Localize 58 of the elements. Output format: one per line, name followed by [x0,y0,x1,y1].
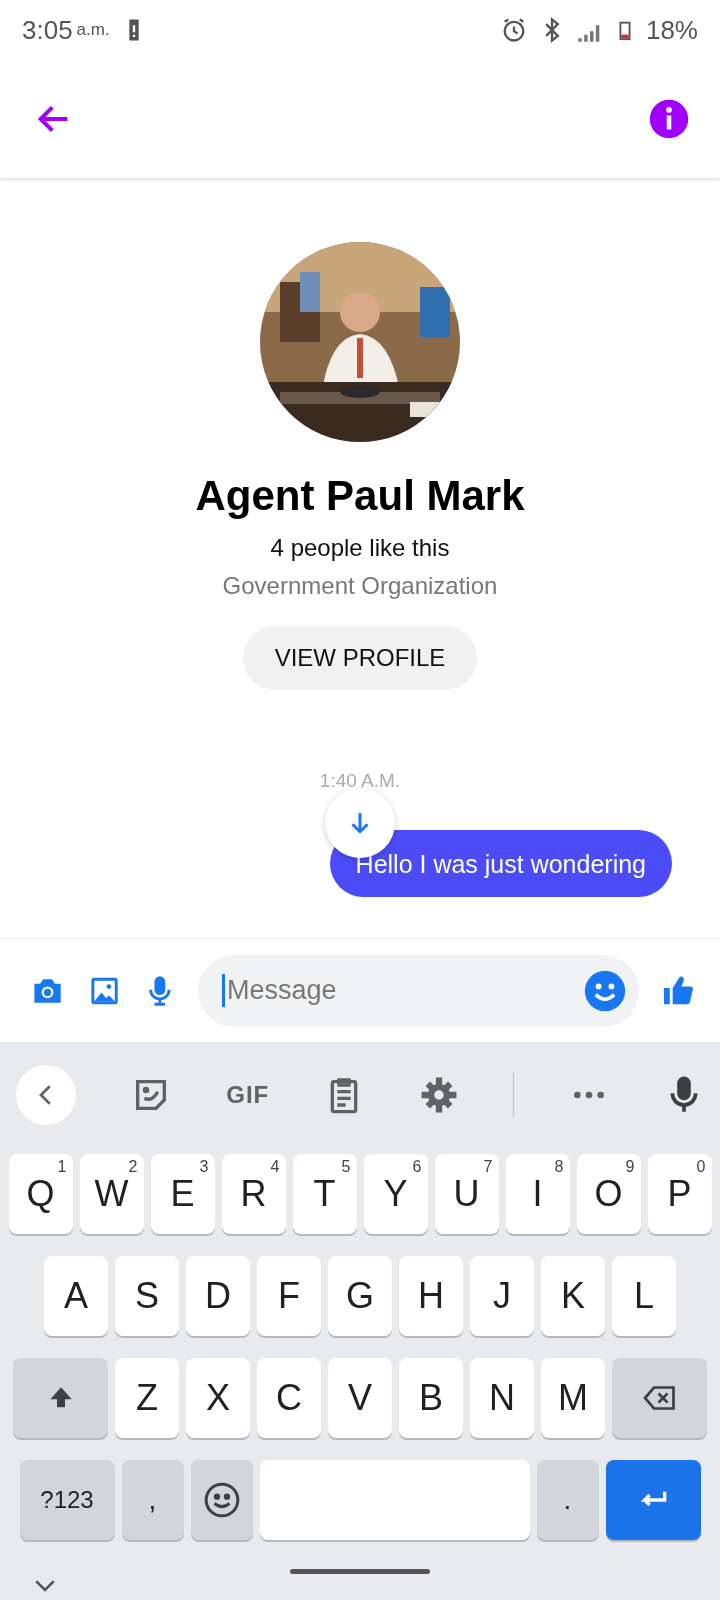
key[interactable]: I 8 [505,1154,570,1234]
key[interactable]: B [399,1358,463,1438]
key-hint: 0 [696,1158,706,1176]
profile-name: Agent Paul Mark [195,472,525,520]
battery-percentage: 18% [645,14,698,46]
message-bubble: Hello I was just wondering [329,830,672,897]
key[interactable]: G [328,1256,392,1336]
backspace-key[interactable] [612,1358,707,1438]
message-timestamp: 1:40 A.M. [319,770,401,792]
key[interactable]: N [470,1358,534,1438]
key[interactable]: E 3 [150,1154,215,1234]
key[interactable]: O 9 [576,1154,641,1234]
clock-period: a.m. [76,20,110,40]
key-hint: 8 [554,1158,564,1176]
key[interactable]: U 7 [434,1154,499,1234]
key-hint: 6 [412,1158,422,1176]
key[interactable]: W 2 [79,1154,144,1234]
key[interactable]: T 5 [292,1154,357,1234]
key-hint: 2 [128,1158,138,1176]
key[interactable]: Y 6 [363,1154,428,1234]
clock: 3:05 [22,14,73,46]
key[interactable]: . [536,1460,599,1540]
key-hint: 4 [270,1158,280,1176]
key-hint: 5 [341,1158,351,1176]
emoji-icon[interactable] [582,968,627,1013]
info-icon[interactable] [648,98,690,140]
key-hint: 1 [57,1158,67,1176]
key[interactable]: D [186,1256,250,1336]
message-input[interactable]: Message [221,974,583,1007]
key-hint: 7 [483,1158,493,1176]
key[interactable]: J [470,1256,534,1336]
key[interactable]: , [121,1460,184,1540]
shift-key[interactable] [13,1358,108,1438]
view-profile-button[interactable]: VIEW PROFILE [242,626,478,690]
gif-button[interactable]: GIF [226,1081,270,1109]
key[interactable]: L [612,1256,676,1336]
key[interactable]: M [541,1358,605,1438]
key[interactable]: R 4 [221,1154,286,1234]
key[interactable]: V [328,1358,392,1438]
key[interactable]: P 0 [647,1154,712,1234]
key[interactable]: A [44,1256,108,1336]
key[interactable]: H [399,1256,463,1336]
key[interactable]: X [186,1358,250,1438]
key[interactable]: S [115,1256,179,1336]
key[interactable]: K [541,1256,605,1336]
key[interactable]: Z [115,1358,179,1438]
key[interactable]: Q 1 [8,1154,73,1234]
key[interactable]: F [257,1256,321,1336]
key[interactable]: C [257,1358,321,1438]
key-hint: 3 [199,1158,209,1176]
message-field[interactable]: Message [197,954,639,1027]
likes-count: 4 people like this [270,534,450,562]
settings-icon[interactable] [419,1076,458,1114]
emoji-key[interactable] [190,1460,253,1540]
symbols-key[interactable]: ?123 [19,1460,115,1540]
key-hint: 9 [625,1158,635,1176]
enter-key[interactable] [605,1460,701,1540]
profile-category: Government Organization [222,572,498,600]
